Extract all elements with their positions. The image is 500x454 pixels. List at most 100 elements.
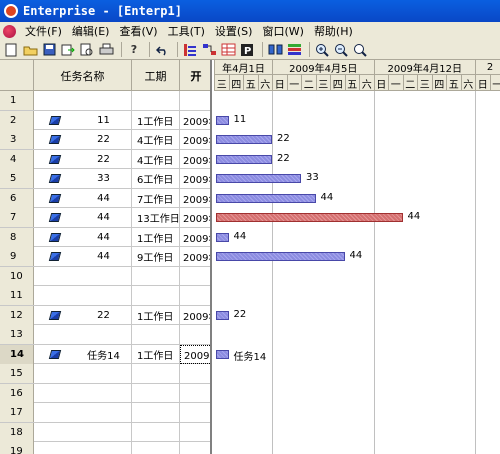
table-row[interactable]: 8 441工作日2009年 (0, 227, 210, 247)
row-number[interactable]: 15 (0, 364, 34, 383)
row-number[interactable]: 10 (0, 266, 34, 286)
save-icon[interactable] (41, 42, 57, 58)
gantt-task-bar[interactable] (216, 310, 229, 320)
export-icon[interactable] (60, 42, 76, 58)
task-name-cell[interactable]: 44 (76, 247, 132, 266)
task-name-cell[interactable]: 22 (76, 305, 132, 325)
duration-cell[interactable]: 1工作日 (132, 305, 180, 325)
row-number[interactable]: 14 (0, 344, 34, 364)
task-name-cell[interactable] (76, 286, 132, 305)
gantt-task-bar[interactable] (216, 232, 229, 242)
menu-settings[interactable]: 设置(S) (210, 23, 258, 39)
task-name-cell[interactable]: 22 (76, 149, 132, 169)
menu-tools[interactable]: 工具(T) (163, 23, 210, 39)
task-name-cell[interactable] (76, 383, 132, 403)
duration-cell[interactable] (132, 91, 180, 110)
table-row[interactable]: 3 224工作日2009年 (0, 130, 210, 150)
row-number[interactable]: 8 (0, 227, 34, 247)
task-name-cell[interactable] (76, 442, 132, 454)
menu-help[interactable]: 帮助(H) (309, 23, 358, 39)
table-row[interactable]: 6 447工作日2009年 (0, 188, 210, 208)
duration-cell[interactable]: 1工作日 (132, 227, 180, 247)
zoom-in-icon[interactable] (314, 42, 330, 58)
row-number[interactable]: 19 (0, 442, 34, 454)
task-name-cell[interactable] (76, 403, 132, 422)
row-number[interactable]: 16 (0, 383, 34, 403)
table-icon[interactable] (220, 42, 236, 58)
row-number[interactable]: 2 (0, 110, 34, 130)
start-cell[interactable]: 2009年 (180, 111, 210, 130)
table-row[interactable]: 5 336工作日2009年 (0, 169, 210, 189)
task-name-cell[interactable] (76, 325, 132, 344)
table-row[interactable]: 16 (0, 383, 210, 403)
print-icon[interactable] (98, 42, 114, 58)
menu-edit[interactable]: 编辑(E) (67, 23, 115, 39)
column-header-start[interactable]: 开 (180, 60, 210, 91)
start-cell[interactable] (180, 286, 210, 305)
task-name-cell[interactable]: 44 (76, 208, 132, 227)
start-cell[interactable]: 2009年 (180, 208, 210, 227)
start-cell[interactable]: 2009年 (180, 228, 210, 247)
row-number[interactable]: 3 (0, 130, 34, 149)
table-row[interactable]: 14 任务141工作日2009年 (0, 344, 210, 364)
task-name-cell[interactable]: 22 (76, 130, 132, 149)
link-icon[interactable] (201, 42, 217, 58)
start-cell[interactable] (180, 364, 210, 383)
start-cell[interactable] (180, 91, 210, 110)
duration-cell[interactable] (132, 364, 180, 383)
menu-view[interactable]: 查看(V) (114, 23, 162, 39)
start-cell[interactable]: 2009年 (180, 130, 210, 149)
table-row[interactable]: 15 (0, 364, 210, 384)
start-cell[interactable]: 2009年 (180, 189, 210, 208)
gantt-task-bar[interactable] (216, 174, 301, 183)
gantt-task-bar[interactable] (216, 115, 229, 125)
duration-cell[interactable]: 4工作日 (132, 149, 180, 169)
row-number[interactable]: 7 (0, 208, 34, 227)
table-row[interactable]: 12 221工作日2009年 (0, 305, 210, 325)
start-cell[interactable]: 2009年 (180, 169, 210, 188)
duration-cell[interactable]: 4工作日 (132, 130, 180, 149)
help-icon[interactable]: ? (126, 42, 142, 58)
duration-cell[interactable] (132, 442, 180, 454)
start-cell[interactable] (180, 384, 210, 403)
duration-cell[interactable] (132, 325, 180, 344)
row-number[interactable]: 6 (0, 188, 34, 208)
table-row[interactable]: 19 (0, 442, 210, 454)
duration-cell[interactable]: 6工作日 (132, 169, 180, 188)
row-number[interactable]: 13 (0, 325, 34, 344)
zoom-out-icon[interactable] (333, 42, 349, 58)
task-name-cell[interactable] (76, 91, 132, 110)
undo-icon[interactable] (154, 42, 170, 58)
table-row[interactable]: 13 (0, 325, 210, 345)
layout-icon[interactable] (286, 42, 302, 58)
task-name-cell[interactable] (76, 364, 132, 383)
duration-cell[interactable]: 9工作日 (132, 247, 180, 266)
start-cell[interactable]: 2009年 (180, 344, 210, 364)
start-cell[interactable]: 2009年 (180, 306, 210, 325)
row-number[interactable]: 4 (0, 149, 34, 169)
column-header-task-name[interactable]: 任务名称 (34, 60, 132, 91)
task-name-cell[interactable]: 44 (76, 188, 132, 208)
gantt-task-bar[interactable] (216, 349, 229, 359)
find-icon[interactable] (352, 42, 368, 58)
gantt-task-bar[interactable] (216, 213, 403, 222)
duration-cell[interactable] (132, 383, 180, 403)
gantt-task-bar[interactable] (216, 135, 272, 144)
split-icon[interactable] (267, 42, 283, 58)
task-outline-icon[interactable] (182, 42, 198, 58)
table-row[interactable]: 4 224工作日2009年 (0, 149, 210, 169)
start-cell[interactable] (180, 267, 210, 286)
row-number[interactable]: 11 (0, 286, 34, 305)
row-number[interactable]: 9 (0, 247, 34, 266)
duration-cell[interactable]: 13工作日 (132, 208, 180, 227)
report-icon[interactable]: P (239, 42, 255, 58)
start-cell[interactable] (180, 442, 210, 454)
document-menu-icon[interactable] (3, 24, 16, 38)
gantt-task-bar[interactable] (216, 193, 316, 203)
gantt-task-bar[interactable] (216, 154, 272, 164)
task-name-cell[interactable] (76, 422, 132, 442)
column-header-duration[interactable]: 工期 (132, 60, 180, 91)
duration-cell[interactable]: 1工作日 (132, 344, 180, 364)
table-row[interactable]: 17 (0, 403, 210, 423)
duration-cell[interactable] (132, 422, 180, 442)
